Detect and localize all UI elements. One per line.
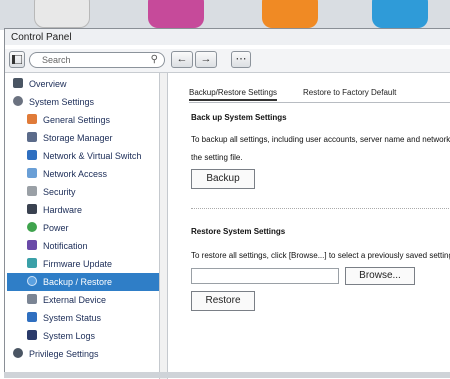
search-input[interactable]: Search ⚲ (29, 52, 165, 68)
gear-icon (13, 96, 23, 106)
sidebar-item-privilege-settings[interactable]: Privilege Settings (13, 345, 99, 363)
backup-button[interactable]: Backup (191, 169, 255, 189)
tab-backup-restore-settings[interactable]: Backup/Restore Settings (189, 88, 278, 101)
forward-arrow-icon[interactable]: → (195, 51, 217, 68)
sidebar-item-network-virtual-switch[interactable]: Network & Virtual Switch (27, 147, 141, 165)
main-panel: Backup/Restore Settings Restore to Facto… (169, 73, 450, 379)
firmware-icon (27, 258, 37, 268)
restore-section-title: Restore System Settings (191, 227, 286, 236)
external-device-icon (27, 294, 37, 304)
control-panel-app-icon[interactable] (34, 0, 90, 28)
sidebar-item-storage-manager[interactable]: Storage Manager (27, 129, 113, 147)
sidebar-item-power[interactable]: Power (27, 219, 69, 237)
backup-section-title: Back up System Settings (191, 113, 287, 122)
backup-icon (27, 276, 37, 286)
lock-icon (27, 186, 37, 196)
desktop-bar (0, 0, 450, 30)
apps-grid-icon[interactable]: ⋯ (231, 51, 251, 68)
restore-button[interactable]: Restore (191, 291, 255, 311)
sidebar-scrollbar[interactable] (160, 73, 168, 379)
back-arrow-icon[interactable]: ← (171, 51, 193, 68)
clock-app-icon[interactable] (372, 0, 428, 28)
toolbar: Search ⚲ ← → ⋯ (5, 49, 450, 73)
network-access-icon (27, 168, 37, 178)
hardware-icon (27, 204, 37, 214)
window-title: Control Panel (5, 29, 450, 45)
backup-description-line1: To backup all settings, including user a… (191, 135, 450, 144)
sidebar-item-general-settings[interactable]: General Settings (27, 111, 110, 129)
sidebar-item-security[interactable]: Security (27, 183, 76, 201)
overview-icon (13, 78, 23, 88)
browse-button[interactable]: Browse... (345, 267, 415, 285)
status-icon (27, 312, 37, 322)
restore-description: To restore all settings, click [Browse..… (191, 251, 450, 260)
network-icon (27, 150, 37, 160)
sidebar-item-overview[interactable]: Overview (13, 75, 67, 93)
bottom-edge (4, 372, 450, 378)
sidebar: Overview System Settings General Setting… (5, 73, 160, 379)
general-icon (27, 114, 37, 124)
storage-icon (27, 132, 37, 142)
section-divider (191, 208, 450, 209)
tab-restore-factory-default[interactable]: Restore to Factory Default (303, 88, 396, 97)
sidebar-item-notification[interactable]: Notification (27, 237, 88, 255)
power-icon (27, 222, 37, 232)
search-placeholder: Search (42, 55, 71, 65)
tab-bar: Backup/Restore Settings Restore to Facto… (189, 85, 450, 103)
restore-file-path-input[interactable] (191, 268, 339, 284)
user-icon (13, 348, 23, 358)
sidebar-item-system-settings[interactable]: System Settings (13, 93, 94, 111)
notification-icon (27, 240, 37, 250)
sidebar-item-system-logs[interactable]: System Logs (27, 327, 95, 345)
sidebar-item-hardware[interactable]: Hardware (27, 201, 82, 219)
sidebar-item-external-device[interactable]: External Device (27, 291, 106, 309)
backup-description-line2: the setting file. (191, 153, 243, 162)
file-station-app-icon[interactable] (262, 0, 318, 28)
search-icon[interactable]: ⚲ (151, 53, 158, 67)
control-panel-window: Control Panel Search ⚲ ← → ⋯ Overview Sy… (4, 28, 450, 379)
hd-station-app-icon[interactable] (148, 0, 204, 28)
sidebar-item-system-status[interactable]: System Status (27, 309, 101, 327)
logs-icon (27, 330, 37, 340)
sidebar-item-firmware-update[interactable]: Firmware Update (27, 255, 112, 273)
sidebar-toggle-icon[interactable] (9, 51, 25, 68)
sidebar-item-network-access[interactable]: Network Access (27, 165, 107, 183)
sidebar-item-backup-restore[interactable]: Backup / Restore (7, 273, 159, 291)
